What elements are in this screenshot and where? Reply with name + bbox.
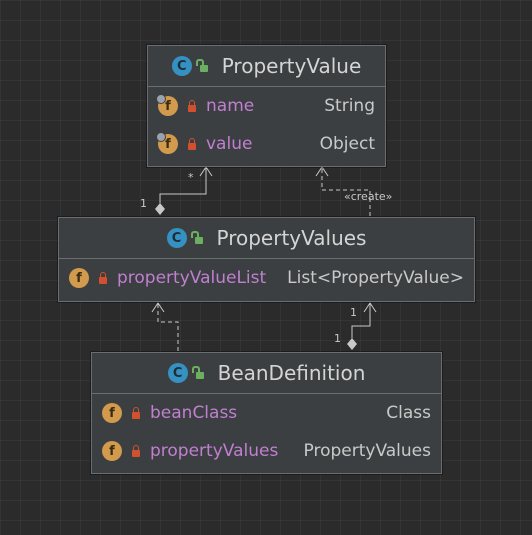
field-row[interactable]: f propertyValues PropertyValues xyxy=(92,432,441,470)
class-name: BeanDefinition xyxy=(217,361,366,385)
public-unlock-icon xyxy=(190,231,203,244)
class-propertyvalue[interactable]: C PropertyValue f name String f value Ob… xyxy=(147,45,386,167)
field-row[interactable]: f value Object xyxy=(148,125,385,163)
field-type: String xyxy=(324,96,375,116)
field-name: propertyValues xyxy=(150,441,279,461)
class-beandefinition[interactable]: C BeanDefinition f beanClass Class f pro… xyxy=(91,352,442,474)
diamond-icon xyxy=(155,203,165,215)
edge-aggregation-propertyvalues-propertyvalue xyxy=(159,167,207,203)
field-row[interactable]: f name String xyxy=(148,87,385,125)
edge-dependency-beandefinition xyxy=(157,303,179,351)
public-unlock-icon xyxy=(195,59,208,72)
class-icon: C xyxy=(171,56,192,76)
diamond-icon xyxy=(347,338,357,350)
field-icon: f xyxy=(69,268,89,288)
stereotype-label: «create» xyxy=(344,190,393,203)
field-icon: f xyxy=(102,441,122,461)
public-unlock-icon xyxy=(191,366,204,379)
field-name: name xyxy=(206,96,255,116)
class-header: C PropertyValue xyxy=(148,46,385,87)
field-type: Class xyxy=(386,403,431,423)
class-header: C BeanDefinition xyxy=(92,353,441,394)
field-type: PropertyValues xyxy=(303,441,431,461)
class-header: C PropertyValues xyxy=(59,218,474,259)
class-icon: C xyxy=(166,228,187,248)
field-icon: f xyxy=(156,132,178,154)
field-name: value xyxy=(206,134,253,154)
field-type: List<PropertyValue> xyxy=(287,268,464,288)
field-row[interactable]: f beanClass Class xyxy=(92,394,441,432)
field-name: propertyValueList xyxy=(117,268,267,288)
class-propertyvalues[interactable]: C PropertyValues f propertyValueList Lis… xyxy=(58,217,475,302)
multiplicity-label: 1 xyxy=(334,332,341,345)
class-name: PropertyValues xyxy=(216,226,367,250)
private-lock-icon xyxy=(132,407,140,419)
private-lock-icon xyxy=(99,272,107,284)
field-icon: f xyxy=(156,94,178,116)
class-icon: C xyxy=(167,363,188,383)
field-row[interactable]: f propertyValueList List<PropertyValue> xyxy=(59,259,474,297)
private-lock-icon xyxy=(188,100,196,112)
multiplicity-label: 1 xyxy=(140,197,147,210)
class-name: PropertyValue xyxy=(221,54,362,78)
private-lock-icon xyxy=(188,138,196,150)
field-icon: f xyxy=(102,403,122,423)
multiplicity-label: 1 xyxy=(350,306,357,319)
multiplicity-label: * xyxy=(188,171,194,184)
field-type: Object xyxy=(319,134,375,154)
field-name: beanClass xyxy=(150,403,238,423)
private-lock-icon xyxy=(132,445,140,457)
